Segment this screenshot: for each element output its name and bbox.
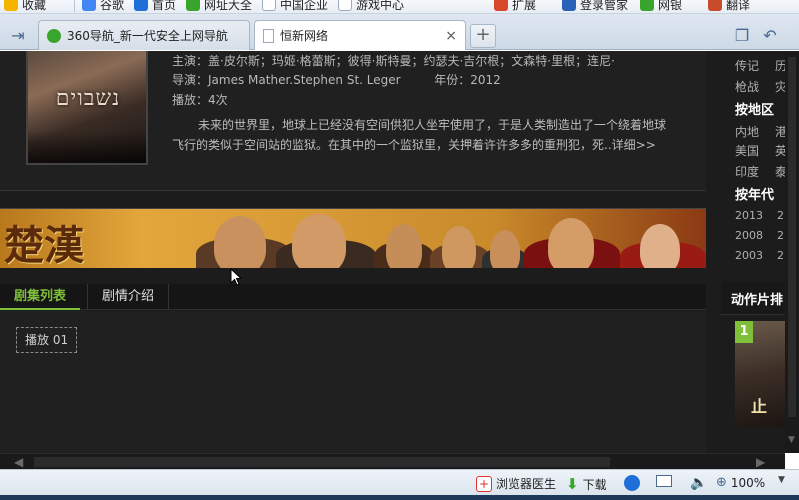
toolbar-login-manager[interactable]: 登录管家 [562, 0, 628, 13]
scrollbar-thumb[interactable] [34, 457, 610, 467]
medical-cross-icon: + [476, 475, 492, 492]
horizontal-scrollbar[interactable]: ◀ ▶ [0, 453, 785, 469]
ranking-thumb-title: 止 [751, 397, 768, 416]
bank-icon [640, 0, 654, 11]
new-tab-button[interactable]: + [470, 24, 496, 48]
vertical-scrollbar[interactable]: ▼ [785, 51, 799, 453]
favorites-bar: 收藏 谷歌 首页 网址大全 中国企业 游戏中心 扩展 登录管家 网银 翻译 [0, 0, 799, 14]
banner-figure [640, 224, 680, 268]
scroll-down-icon[interactable]: ▼ [788, 435, 795, 445]
restore-tabs-icon[interactable]: ❐ [730, 24, 754, 48]
scrollbar-thumb[interactable] [788, 57, 796, 417]
google-icon [82, 0, 96, 11]
toolbar-translate[interactable]: 翻译 [708, 0, 750, 13]
download-button[interactable]: ⬇ 下载 [566, 475, 607, 493]
banner-figure [214, 216, 266, 268]
movie-poster[interactable]: נשבוים [26, 51, 148, 165]
favorites-item-nav[interactable]: 网址大全 [186, 0, 252, 13]
movie-info-panel: נשבוים 主演：盖·皮尔斯；玛姬·格蕾斯；彼得·斯特曼；约瑟夫·吉尔根；文森… [0, 51, 706, 191]
banner-figure [386, 224, 422, 268]
category-sidebar: 传记历 枪战灾 按地区 内地港 美国英 印度泰 按年代 2013 2 2008 2 … [721, 51, 785, 453]
os-taskbar [0, 495, 799, 500]
status-bar: + 浏览器医生 ⬇ 下载 🔈 ⊕ 100% ▼ [0, 469, 799, 495]
ranking-header: 动作片排 [721, 281, 785, 315]
tab-episode-list[interactable]: 剧集列表 [0, 284, 81, 310]
sidebar-genre-row[interactable]: 枪战灾 [735, 78, 785, 95]
toolbar-netbank[interactable]: 网银 [640, 0, 682, 13]
window-button[interactable] [656, 475, 672, 487]
scroll-left-icon[interactable]: ◀ [14, 454, 23, 470]
details-link[interactable]: ..详细>> [604, 138, 656, 152]
360-icon [47, 28, 61, 43]
zoom-dropdown-icon[interactable]: ▼ [778, 475, 785, 485]
mouse-cursor-icon [230, 268, 242, 286]
toolbar-extensions[interactable]: 扩展 [494, 0, 536, 13]
year-header: 按年代 [735, 188, 775, 203]
ie-icon [134, 0, 148, 11]
speaker-icon: 🔈 [690, 475, 708, 491]
browser-doctor-button[interactable]: + 浏览器医生 [476, 475, 556, 492]
movie-plays: 播放：4次 [172, 93, 228, 107]
favorites-item-games[interactable]: 游戏中心 [338, 0, 404, 13]
sidebar-year-row[interactable]: 2013 2 [735, 209, 784, 222]
window-icon [656, 475, 672, 487]
extension-icon [494, 0, 508, 11]
banner-figure [548, 218, 594, 268]
scroll-right-icon[interactable]: ▶ [756, 454, 765, 470]
page-icon [262, 0, 276, 11]
region-header: 按地区 [735, 103, 775, 118]
movie-cast: 主演：盖·皮尔斯；玛姬·格蕾斯；彼得·斯特曼；约瑟夫·吉尔根；文森特·里根；连尼… [172, 54, 615, 68]
ranking-item[interactable]: 1 止 [735, 321, 785, 427]
poster-title: נשבוים [55, 86, 121, 111]
ie-mode-button[interactable] [624, 475, 640, 491]
close-icon[interactable]: × [445, 28, 457, 44]
volume-button[interactable]: 🔈 [690, 475, 707, 491]
tab-hengxin[interactable]: 恒新网络 × [254, 20, 466, 50]
zoom-control[interactable]: ⊕ 100% [716, 475, 765, 490]
undo-close-icon[interactable]: ↶ [758, 24, 782, 48]
episode-list: 播放 01 [0, 311, 706, 453]
promo-banner[interactable]: 楚漢 [0, 208, 706, 268]
360-icon [186, 0, 200, 11]
sidebar-toggle-icon[interactable]: ⇥ [6, 24, 30, 48]
page-icon [338, 0, 352, 11]
banner-figure [442, 226, 476, 268]
sidebar-region-row[interactable]: 内地港 [735, 123, 785, 140]
translate-icon [708, 0, 722, 11]
tab-360-nav[interactable]: 360导航_新一代安全上网导航 [38, 20, 250, 50]
banner-logo: 楚漢 [4, 222, 84, 268]
episode-play-button[interactable]: 播放 01 [16, 327, 78, 353]
ie-icon [624, 475, 640, 491]
key-icon [562, 0, 576, 11]
sidebar-region-row[interactable]: 印度泰 [735, 163, 785, 180]
episode-tabs: 剧集列表 剧情介绍 [0, 284, 706, 310]
poster-shade [28, 131, 146, 163]
favorites-item-collect[interactable]: 收藏 [4, 0, 46, 13]
banner-figure [292, 214, 346, 268]
sidebar-year-row[interactable]: 2008 2 [735, 229, 784, 242]
divider [74, 0, 75, 12]
star-icon [4, 0, 18, 11]
zoom-icon: ⊕ [716, 475, 727, 490]
page-icon [263, 28, 274, 43]
tab-strip: ⇥ 360导航_新一代安全上网导航 恒新网络 × + ❐ ↶ [0, 14, 799, 50]
movie-description: 未来的世界里，地球上已经没有空间供犯人坐牢使用了，于是人类制造出了一个绕着地球飞… [172, 118, 667, 152]
banner-figure [490, 230, 520, 268]
favorites-item-enterprise[interactable]: 中国企业 [262, 0, 328, 13]
sidebar-region-row[interactable]: 美国英 [735, 142, 785, 159]
favorites-item-home[interactable]: 首页 [134, 0, 176, 13]
sidebar-year-row[interactable]: 2003 2 [735, 249, 784, 262]
rank-badge: 1 [735, 321, 753, 343]
movie-director-year: 导演：James Mather.Stephen St. Leger 年份：201… [172, 73, 501, 87]
tab-synopsis[interactable]: 剧情介绍 [87, 284, 170, 310]
favorites-item-google[interactable]: 谷歌 [82, 0, 124, 13]
sidebar-genre-row[interactable]: 传记历 [735, 57, 785, 74]
download-arrow-icon: ⬇ [566, 475, 579, 493]
page-viewport: נשבוים 主演：盖·皮尔斯；玛姬·格蕾斯；彼得·斯特曼；约瑟夫·吉尔根；文森… [0, 51, 785, 453]
